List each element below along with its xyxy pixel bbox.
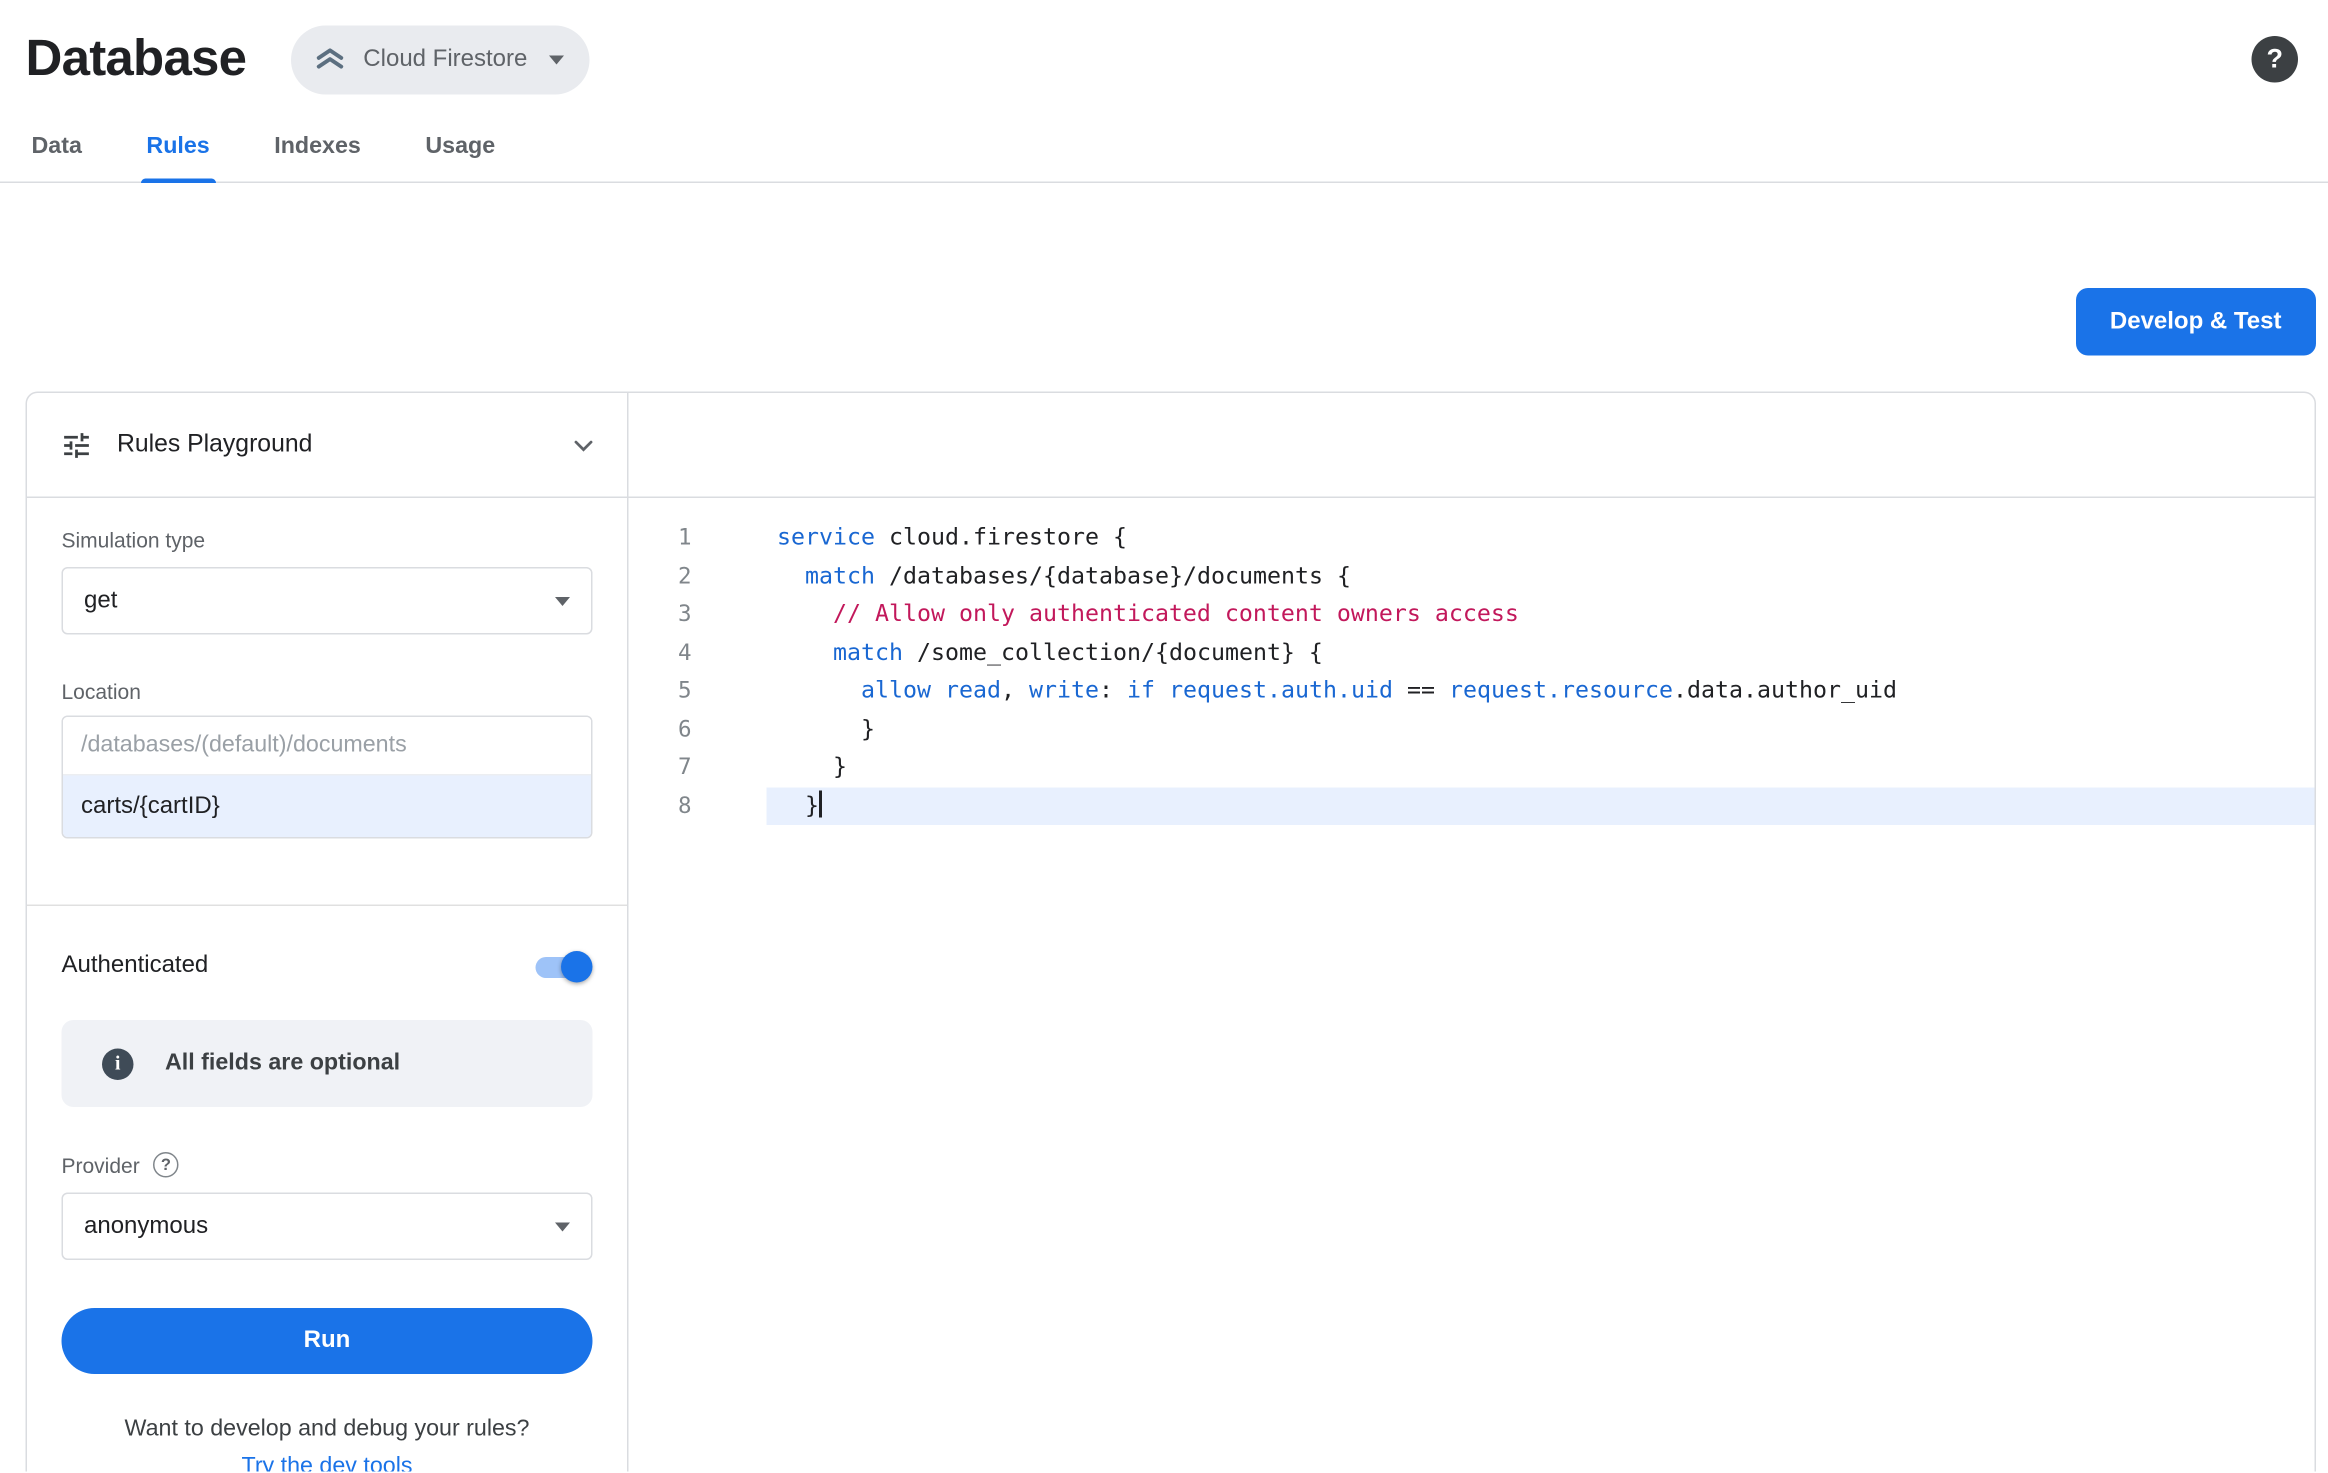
code-token: if xyxy=(1127,677,1155,704)
collapse-playground-button[interactable] xyxy=(567,428,600,461)
code-token: /databases/{database}/documents { xyxy=(875,562,1351,589)
page-header: Database Cloud Firestore ? xyxy=(0,0,2328,113)
provider-label: Provider xyxy=(62,1153,140,1177)
simulation-type-value: get xyxy=(84,587,117,614)
line-number: 2 xyxy=(629,557,692,595)
location-input[interactable]: carts/{cartID} xyxy=(63,776,591,838)
chevron-down-icon xyxy=(555,1222,570,1231)
code-token xyxy=(1155,677,1169,704)
code-line[interactable]: allow read, write: if request.auth.uid =… xyxy=(767,672,2315,710)
rules-code-editor[interactable]: 12345678 service cloud.firestore { match… xyxy=(629,498,2315,1472)
tab-rules[interactable]: Rules xyxy=(140,113,215,182)
database-selector[interactable]: Cloud Firestore xyxy=(291,25,589,94)
code-token: match xyxy=(805,562,875,589)
authenticated-label: Authenticated xyxy=(62,953,209,980)
code-token: } xyxy=(777,791,819,818)
info-banner: i All fields are optional xyxy=(62,1020,593,1107)
code-token: write xyxy=(1029,677,1099,704)
rules-actions-row: Develop & Test xyxy=(0,183,2328,392)
tune-icon xyxy=(60,428,93,461)
code-token: .data.author_uid xyxy=(1673,677,1897,704)
code-token: allow xyxy=(861,677,931,704)
location-label: Location xyxy=(62,680,593,704)
chevron-down-icon xyxy=(555,596,570,605)
simulation-type-label: Simulation type xyxy=(62,528,593,552)
rules-playground-header[interactable]: Rules Playground xyxy=(27,393,629,497)
editor-toolbar xyxy=(629,393,2315,497)
code-line[interactable]: } xyxy=(767,749,2315,787)
info-banner-text: All fields are optional xyxy=(165,1050,400,1077)
code-line[interactable]: service cloud.firestore { xyxy=(767,519,2315,557)
panel-body: Simulation type get Location /databases/… xyxy=(27,498,2315,1472)
firebase-console-page: Database Cloud Firestore ? Data Rules In… xyxy=(0,0,2328,1473)
authenticated-toggle[interactable] xyxy=(533,950,593,982)
code-token xyxy=(931,677,945,704)
question-mark-icon: ? xyxy=(2267,44,2284,76)
code-token: request.resource xyxy=(1449,677,1673,704)
code-line[interactable]: } xyxy=(767,787,2315,825)
line-number: 8 xyxy=(629,787,692,825)
code-token: // Allow only authenticated content owne… xyxy=(833,600,1519,627)
run-button[interactable]: Run xyxy=(62,1308,593,1374)
info-icon: i xyxy=(102,1048,134,1080)
code-line[interactable]: match /databases/{database}/documents { xyxy=(767,557,2315,595)
code-token: request.auth.uid xyxy=(1169,677,1393,704)
line-number: 6 xyxy=(629,710,692,748)
code-line[interactable]: } xyxy=(767,710,2315,748)
dev-tools-note: Want to develop and debug your rules? xyxy=(62,1416,593,1443)
simulation-type-select[interactable]: get xyxy=(62,567,593,635)
provider-value: anonymous xyxy=(84,1213,208,1240)
chevron-down-icon xyxy=(567,428,600,461)
tab-data[interactable]: Data xyxy=(26,113,88,182)
code-token xyxy=(777,677,861,704)
code-token: } xyxy=(777,715,875,742)
location-path-prefix[interactable]: /databases/(default)/documents xyxy=(63,717,591,776)
tab-indexes[interactable]: Indexes xyxy=(268,113,367,182)
code-token: == xyxy=(1393,677,1449,704)
location-input-group: /databases/(default)/documents carts/{ca… xyxy=(62,716,593,839)
help-button[interactable]: ? xyxy=(2252,36,2299,83)
code-lines: service cloud.firestore { match /databas… xyxy=(767,519,2315,1472)
panel-header-row: Rules Playground xyxy=(27,393,2315,498)
sidebar-divider xyxy=(27,905,627,907)
code-token: match xyxy=(833,638,903,665)
code-token: /some_collection/{document} { xyxy=(903,638,1323,665)
page-title: Database xyxy=(26,30,247,89)
editor-gutter: 12345678 xyxy=(629,519,692,1472)
database-selector-label: Cloud Firestore xyxy=(363,46,527,73)
code-token: service xyxy=(777,524,875,551)
firestore-icon xyxy=(312,41,348,77)
chevron-down-icon xyxy=(548,55,563,64)
authenticated-row: Authenticated xyxy=(62,948,593,984)
code-token: , xyxy=(1001,677,1029,704)
code-token: cloud.firestore { xyxy=(875,524,1127,551)
line-number: 3 xyxy=(629,596,692,634)
code-token: read xyxy=(945,677,1001,704)
code-token xyxy=(777,562,805,589)
line-number: 4 xyxy=(629,634,692,672)
tab-usage[interactable]: Usage xyxy=(419,113,501,182)
develop-test-button[interactable]: Develop & Test xyxy=(2075,288,2316,356)
code-token: : xyxy=(1099,677,1127,704)
line-number: 1 xyxy=(629,519,692,557)
line-number: 7 xyxy=(629,749,692,787)
provider-row: Provider ? xyxy=(62,1152,593,1178)
code-token xyxy=(777,638,833,665)
code-token: } xyxy=(777,753,847,780)
provider-help-icon[interactable]: ? xyxy=(153,1152,179,1178)
line-number: 5 xyxy=(629,672,692,710)
code-token xyxy=(777,600,833,627)
text-cursor xyxy=(819,790,822,817)
provider-select[interactable]: anonymous xyxy=(62,1193,593,1261)
tab-bar: Data Rules Indexes Usage xyxy=(0,113,2328,184)
toggle-thumb xyxy=(561,950,593,982)
rules-playground-sidebar: Simulation type get Location /databases/… xyxy=(27,498,629,1472)
dev-tools-link[interactable]: Try the dev tools xyxy=(62,1454,593,1472)
rules-panel: Rules Playground Simulation type get Loc… xyxy=(26,392,2317,1472)
rules-playground-title: Rules Playground xyxy=(117,431,312,460)
code-line[interactable]: // Allow only authenticated content owne… xyxy=(767,596,2315,634)
code-line[interactable]: match /some_collection/{document} { xyxy=(767,634,2315,672)
